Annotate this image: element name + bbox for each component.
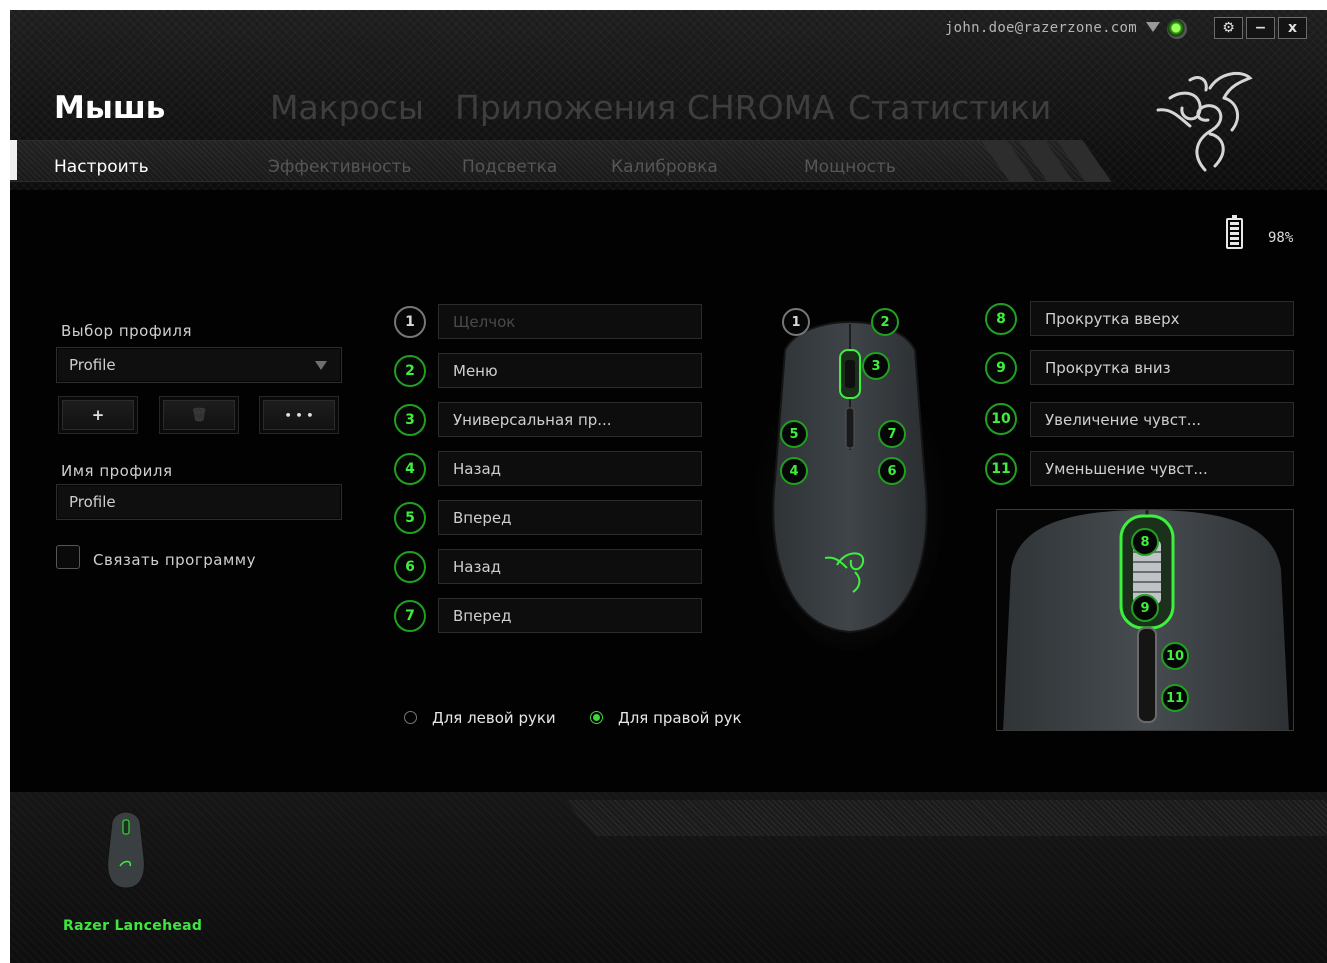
button-number: 6 — [394, 551, 426, 583]
left-hand-label[interactable]: Для левой руки — [432, 709, 556, 727]
mouse-marker[interactable]: 5 — [780, 420, 808, 448]
mouse-marker[interactable]: 4 — [780, 457, 808, 485]
mouse-marker[interactable]: 3 — [862, 352, 890, 380]
button-number: 4 — [394, 453, 426, 485]
subnav-decoration — [980, 140, 1125, 182]
zoom-marker[interactable]: 10 — [1161, 642, 1189, 670]
account-dropdown-icon[interactable] — [1146, 22, 1160, 32]
mouse-marker[interactable]: 2 — [871, 308, 899, 336]
profile-name-input[interactable]: Profile — [56, 484, 342, 520]
button-number: 8 — [985, 303, 1017, 335]
right-hand-radio[interactable] — [590, 711, 603, 724]
subtab-performance[interactable]: Эффективность — [268, 157, 411, 177]
plus-icon: + — [62, 400, 134, 430]
tab-stats[interactable]: Статистики — [848, 88, 1051, 127]
zoom-marker[interactable]: 9 — [1131, 594, 1159, 622]
tab-chroma-apps[interactable]: Приложения CHROMA — [455, 88, 835, 127]
minimize-button[interactable]: − — [1246, 17, 1275, 39]
razer-logo-icon — [1156, 71, 1253, 172]
subtab-power[interactable]: Мощность — [804, 157, 896, 177]
button-number: 2 — [394, 355, 426, 387]
device-name[interactable]: Razer Lancehead — [63, 918, 202, 934]
footer-decoration — [565, 800, 1327, 836]
online-status-icon — [1167, 19, 1187, 39]
button-6-assignment[interactable]: Назад — [438, 549, 702, 584]
button-number: 9 — [985, 352, 1017, 384]
delete-profile-button[interactable]: 🗑 — [159, 396, 239, 434]
button-number: 1 — [394, 306, 426, 338]
settings-button[interactable]: ⚙ — [1214, 17, 1243, 39]
tab-macros[interactable]: Макросы — [270, 88, 424, 127]
button-4-assignment[interactable]: Назад — [438, 451, 702, 486]
more-profile-options-button[interactable]: • • • — [259, 396, 339, 434]
battery-icon — [1226, 215, 1243, 249]
window-controls: ⚙ − x — [1214, 17, 1307, 39]
button-number: 5 — [394, 502, 426, 534]
button-5-assignment[interactable]: Вперед — [438, 500, 702, 535]
zoom-marker[interactable]: 8 — [1131, 528, 1159, 556]
button-9-assignment[interactable]: Прокрутка вниз — [1030, 350, 1294, 385]
close-button[interactable]: x — [1278, 17, 1307, 39]
subtab-lighting[interactable]: Подсветка — [462, 157, 557, 177]
button-8-assignment[interactable]: Прокрутка вверх — [1030, 301, 1294, 336]
button-10-assignment[interactable]: Увеличение чувст... — [1030, 402, 1294, 437]
active-subtab-indicator — [10, 140, 17, 180]
link-program-label[interactable]: Связать программу — [93, 551, 256, 569]
trash-icon: 🗑 — [163, 400, 235, 430]
button-number: 10 — [985, 403, 1017, 435]
button-number: 7 — [394, 600, 426, 632]
mouse-marker[interactable]: 7 — [878, 420, 906, 448]
profile-name-value: Profile — [69, 493, 116, 511]
button-number: 3 — [394, 404, 426, 436]
right-hand-label[interactable]: Для правой рук — [618, 709, 742, 727]
tab-mouse[interactable]: Мышь — [54, 90, 165, 126]
add-profile-button[interactable]: + — [58, 396, 138, 434]
button-number: 11 — [985, 453, 1017, 485]
sub-navigation: Настроить Эффективность Подсветка Калибр… — [10, 140, 1110, 182]
left-hand-radio[interactable] — [404, 711, 417, 724]
mouse-marker[interactable]: 6 — [878, 457, 906, 485]
battery-percentage: 98% — [1268, 230, 1294, 246]
mouse-marker[interactable]: 1 — [782, 308, 810, 336]
profile-name-label: Имя профиля — [61, 462, 173, 480]
button-2-assignment[interactable]: Меню — [438, 353, 702, 388]
button-3-assignment[interactable]: Универсальная пр... — [438, 402, 702, 437]
device-mouse-icon[interactable] — [104, 810, 148, 890]
link-program-checkbox[interactable] — [56, 545, 80, 569]
subtab-calibration[interactable]: Калибровка — [611, 157, 718, 177]
more-icon: • • • — [263, 400, 335, 430]
chevron-down-icon — [315, 361, 327, 370]
zoom-marker[interactable]: 11 — [1161, 684, 1189, 712]
profile-dropdown-value: Profile — [69, 356, 116, 374]
subtab-customize[interactable]: Настроить — [54, 157, 149, 177]
main-tabs: Мышь Макросы Приложения CHROMA Статистик… — [54, 88, 1104, 138]
account-email[interactable]: john.doe@razerzone.com — [945, 20, 1137, 36]
synapse-window: john.doe@razerzone.com ⚙ − x Мышь Макрос… — [10, 10, 1327, 963]
profile-select-label: Выбор профиля — [61, 322, 193, 340]
profile-dropdown[interactable]: Profile — [56, 347, 342, 383]
button-7-assignment[interactable]: Вперед — [438, 598, 702, 633]
button-11-assignment[interactable]: Уменьшение чувст... — [1030, 451, 1294, 486]
button-1-assignment[interactable]: Щелчок — [438, 304, 702, 339]
